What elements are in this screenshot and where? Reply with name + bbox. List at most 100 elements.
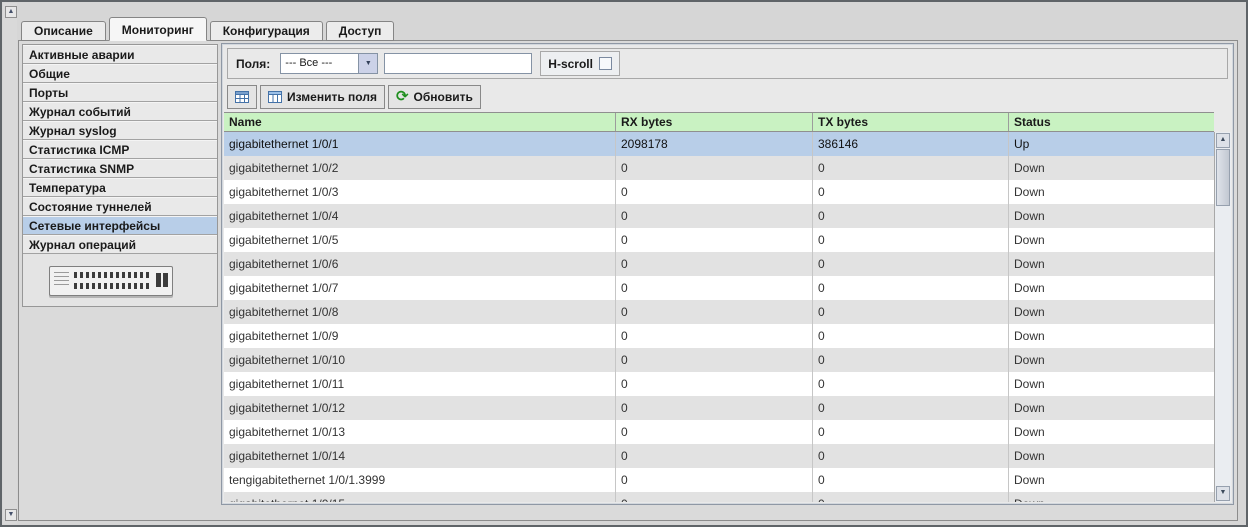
table-row[interactable]: gigabitethernet 1/0/7 0 0 Down [224, 276, 1214, 300]
tab-label: Конфигурация [223, 24, 310, 38]
interfaces-table: Name RX bytes TX bytes [224, 112, 1231, 502]
tab[interactable]: Доступ [326, 21, 395, 41]
sidebar-item-label: Порты [29, 86, 68, 100]
table-row[interactable]: gigabitethernet 1/0/11 0 0 Down [224, 372, 1214, 396]
cell-status: Down [1009, 252, 1214, 276]
sidebar-item[interactable]: Журнал событий [23, 102, 217, 121]
sidebar-item-label: Температура [29, 181, 106, 195]
column-header[interactable]: RX bytes [616, 113, 813, 131]
cell-rx-bytes: 0 [616, 468, 813, 492]
cell-tx-bytes: 0 [813, 300, 1009, 324]
cell-rx-bytes: 0 [616, 180, 813, 204]
cell-rx-bytes: 0 [616, 396, 813, 420]
edit-fields-button[interactable]: Изменить поля [260, 85, 385, 109]
cell-status: Down [1009, 276, 1214, 300]
sidebar-item[interactable]: Температура [23, 178, 217, 197]
cell-rx-bytes: 0 [616, 204, 813, 228]
scroll-up-icon[interactable]: ▲ [5, 6, 17, 18]
column-header[interactable]: Name [224, 113, 616, 131]
cell-rx-bytes: 0 [616, 252, 813, 276]
fields-dropdown[interactable]: --- Все --- ▼ [280, 53, 378, 74]
sidebar-item-label: Статистика ICMP [29, 143, 129, 157]
cell-status: Down [1009, 396, 1214, 420]
chevron-down-icon[interactable]: ▼ [358, 54, 377, 73]
sidebar-item[interactable]: Статистика ICMP [23, 140, 217, 159]
table-row[interactable]: gigabitethernet 1/0/3 0 0 Down [224, 180, 1214, 204]
table-row[interactable]: gigabitethernet 1/0/10 0 0 Down [224, 348, 1214, 372]
cell-tx-bytes: 0 [813, 492, 1009, 502]
cell-rx-bytes: 0 [616, 372, 813, 396]
scroll-down-icon[interactable]: ▼ [5, 509, 17, 521]
cell-status: Down [1009, 492, 1214, 502]
cell-status: Down [1009, 468, 1214, 492]
cell-rx-bytes: 0 [616, 324, 813, 348]
cell-status: Down [1009, 444, 1214, 468]
tab[interactable]: Конфигурация [210, 21, 323, 41]
cell-tx-bytes: 0 [813, 372, 1009, 396]
app-window: ▲ ▼ Описание Мониторинг Конфигурация Дос… [0, 0, 1248, 527]
cell-name: gigabitethernet 1/0/9 [224, 324, 616, 348]
table-row[interactable]: gigabitethernet 1/0/5 0 0 Down [224, 228, 1214, 252]
cell-tx-bytes: 0 [813, 348, 1009, 372]
table-row[interactable]: gigabitethernet 1/0/8 0 0 Down [224, 300, 1214, 324]
cell-rx-bytes: 0 [616, 156, 813, 180]
tab[interactable]: Мониторинг [109, 17, 207, 41]
sidebar-item[interactable]: Журнал операций [23, 235, 217, 254]
table-view-button[interactable] [227, 85, 257, 109]
table-row[interactable]: gigabitethernet 1/0/6 0 0 Down [224, 252, 1214, 276]
tab-label: Описание [34, 24, 93, 38]
cell-tx-bytes: 0 [813, 324, 1009, 348]
cell-status: Down [1009, 204, 1214, 228]
column-header[interactable]: TX bytes [813, 113, 1009, 131]
cell-name: gigabitethernet 1/0/10 [224, 348, 616, 372]
sidebar-item-label: Сетевые интерфейсы [29, 219, 160, 233]
cell-tx-bytes: 0 [813, 468, 1009, 492]
table-row[interactable]: gigabitethernet 1/0/14 0 0 Down [224, 444, 1214, 468]
cell-tx-bytes: 0 [813, 276, 1009, 300]
cell-rx-bytes: 0 [616, 420, 813, 444]
scroll-down-icon[interactable]: ▼ [1216, 486, 1230, 501]
cell-name: gigabitethernet 1/0/14 [224, 444, 616, 468]
table-body: gigabitethernet 1/0/1 2098178 386146 Up … [224, 132, 1214, 502]
sidebar-item-label: Журнал событий [29, 105, 131, 119]
scrollbar-thumb[interactable] [1216, 149, 1230, 206]
sidebar-item-label: Журнал syslog [29, 124, 117, 138]
cell-tx-bytes: 386146 [813, 132, 1009, 156]
hscroll-group: H-scroll [540, 51, 620, 76]
cell-status: Down [1009, 348, 1214, 372]
fields-dropdown-value: --- Все --- [281, 54, 358, 73]
sidebar-item[interactable]: Активные аварии [23, 45, 217, 64]
table-vertical-scrollbar[interactable]: ▲ ▼ [1214, 132, 1231, 502]
table-row[interactable]: gigabitethernet 1/0/1 2098178 386146 Up [224, 132, 1214, 156]
table-grid-icon [235, 91, 249, 103]
column-header[interactable]: Status [1009, 113, 1214, 131]
scroll-up-icon[interactable]: ▲ [1216, 133, 1230, 148]
sidebar-item[interactable]: Порты [23, 83, 217, 102]
sidebar-item[interactable]: Журнал syslog [23, 121, 217, 140]
table-row[interactable]: gigabitethernet 1/0/9 0 0 Down [224, 324, 1214, 348]
actions-toolbar: Изменить поля ⟳ Обновить [227, 84, 481, 109]
column-header-label: RX bytes [621, 115, 672, 129]
sidebar-item[interactable]: Статистика SNMP [23, 159, 217, 178]
cell-rx-bytes: 2098178 [616, 132, 813, 156]
cell-name: gigabitethernet 1/0/15 [224, 492, 616, 502]
table-row[interactable]: tengigabitethernet 1/0/1.3999 0 0 Down [224, 468, 1214, 492]
sidebar-item-label: Состояние туннелей [29, 200, 152, 214]
monitoring-tab-pane: Активные аварии Общие Порты Журнал событ… [18, 40, 1238, 521]
table-row[interactable]: gigabitethernet 1/0/4 0 0 Down [224, 204, 1214, 228]
sidebar-item[interactable]: Состояние туннелей [23, 197, 217, 216]
sidebar-item[interactable]: Общие [23, 64, 217, 83]
hscroll-checkbox[interactable] [599, 57, 612, 70]
cell-name: gigabitethernet 1/0/5 [224, 228, 616, 252]
window-vertical-scrollbar[interactable]: ▲ ▼ [3, 3, 17, 524]
fields-label: Поля: [236, 57, 270, 71]
table-row[interactable]: gigabitethernet 1/0/12 0 0 Down [224, 396, 1214, 420]
table-row[interactable]: gigabitethernet 1/0/13 0 0 Down [224, 420, 1214, 444]
filter-input[interactable] [384, 53, 532, 74]
table-row[interactable]: gigabitethernet 1/0/15 0 0 Down [224, 492, 1214, 502]
refresh-button[interactable]: ⟳ Обновить [388, 85, 481, 109]
table-row[interactable]: gigabitethernet 1/0/2 0 0 Down [224, 156, 1214, 180]
tab[interactable]: Описание [21, 21, 106, 41]
cell-rx-bytes: 0 [616, 444, 813, 468]
sidebar-item[interactable]: Сетевые интерфейсы [23, 216, 217, 235]
